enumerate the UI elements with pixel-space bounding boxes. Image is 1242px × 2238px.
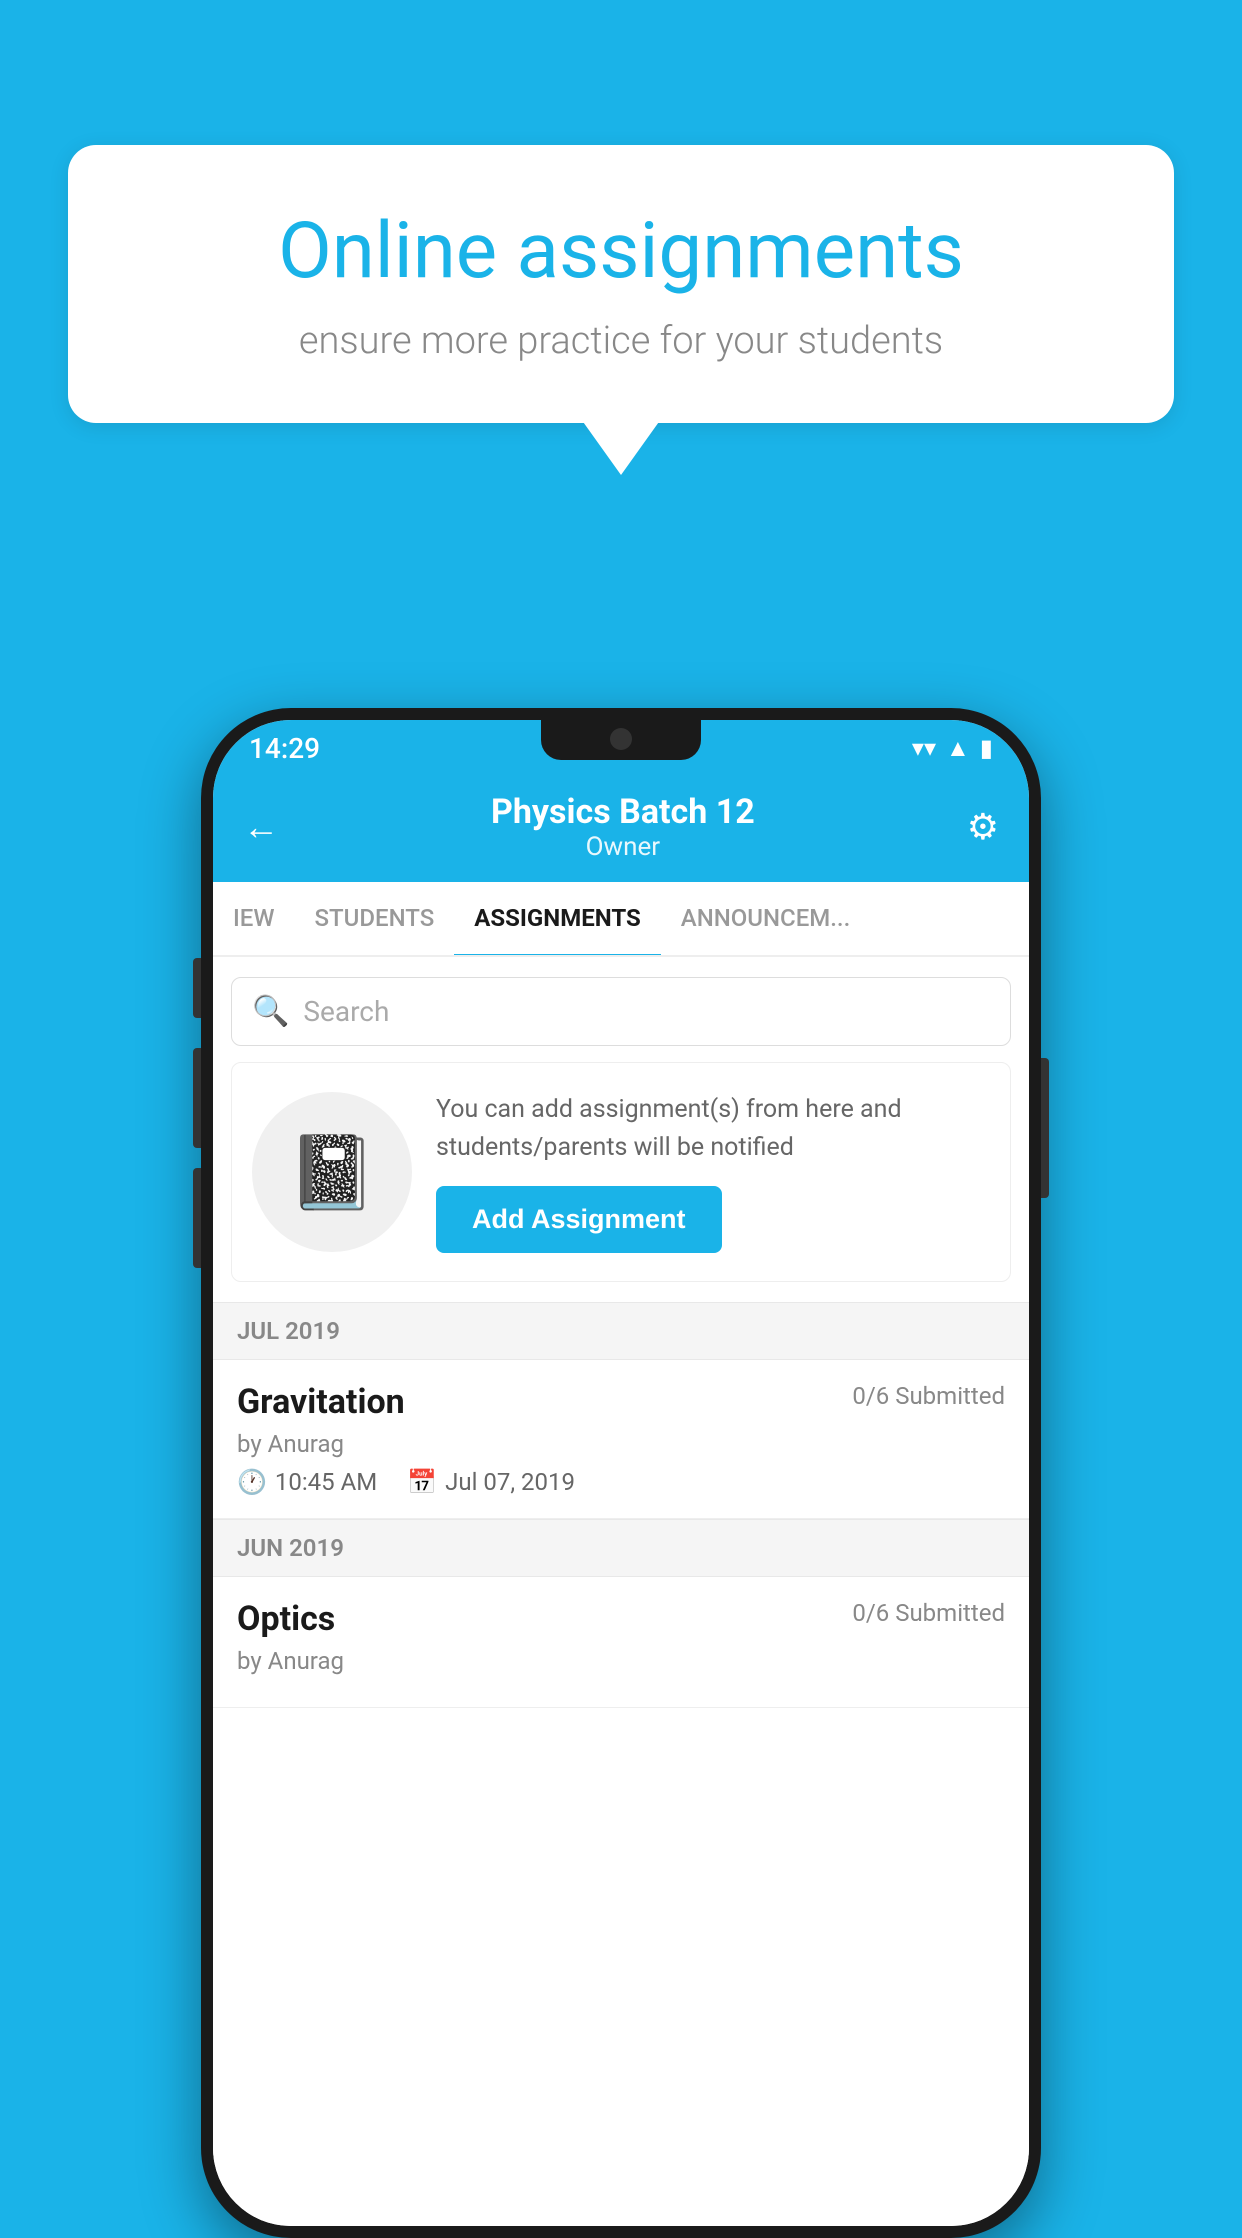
status-time: 14:29 <box>249 732 320 765</box>
tab-students[interactable]: STUDENTS <box>294 882 454 957</box>
wifi-icon: ▾▾ <box>912 734 936 762</box>
empty-state-card: 📓 You can add assignment(s) from here an… <box>231 1062 1011 1282</box>
assignment-header-row: Gravitation 0/6 Submitted <box>237 1382 1005 1422</box>
speech-bubble: Online assignments ensure more practice … <box>68 145 1174 423</box>
header-subtitle: Owner <box>491 832 755 862</box>
phone-screen: 14:29 ▾▾ ▲ ▮ ← Physics Batch 12 Owner ⚙ … <box>213 720 1029 2226</box>
meta-time-gravitation: 🕐 10:45 AM <box>237 1468 377 1496</box>
add-assignment-button[interactable]: Add Assignment <box>436 1186 722 1253</box>
bubble-title: Online assignments <box>138 205 1104 299</box>
screen-content: 🔍 Search 📓 You can add assignment(s) fro… <box>213 957 1029 2226</box>
assignment-submitted-gravitation: 0/6 Submitted <box>852 1382 1005 1410</box>
speech-bubble-container: Online assignments ensure more practice … <box>68 145 1174 423</box>
header-title-group: Physics Batch 12 Owner <box>491 792 755 862</box>
calendar-icon: 📅 <box>407 1468 437 1496</box>
assignment-meta-gravitation: 🕐 10:45 AM 📅 Jul 07, 2019 <box>237 1468 1005 1496</box>
section-header-jun: JUN 2019 <box>213 1519 1029 1577</box>
bubble-subtitle: ensure more practice for your students <box>138 319 1104 363</box>
assignment-name-optics: Optics <box>237 1599 335 1639</box>
tab-assignments[interactable]: ASSIGNMENTS <box>454 882 661 957</box>
meta-date-gravitation: 📅 Jul 07, 2019 <box>407 1468 575 1496</box>
phone-frame: 14:29 ▾▾ ▲ ▮ ← Physics Batch 12 Owner ⚙ … <box>201 708 1041 2238</box>
assignment-by-optics: by Anurag <box>237 1647 1005 1675</box>
empty-state-icon: 📓 <box>252 1092 412 1252</box>
status-icons: ▾▾ ▲ ▮ <box>912 734 993 763</box>
phone-side-btn-power <box>1041 1058 1049 1198</box>
search-icon: 🔍 <box>252 994 289 1029</box>
empty-state-text: You can add assignment(s) from here and … <box>436 1091 990 1253</box>
battery-icon: ▮ <box>980 734 993 762</box>
section-header-jul: JUL 2019 <box>213 1302 1029 1360</box>
empty-state-description: You can add assignment(s) from here and … <box>436 1091 990 1166</box>
assignment-item-gravitation[interactable]: Gravitation 0/6 Submitted by Anurag 🕐 10… <box>213 1360 1029 1519</box>
assignment-submitted-optics: 0/6 Submitted <box>852 1599 1005 1627</box>
signal-icon: ▲ <box>946 734 970 763</box>
assignment-header-row-optics: Optics 0/6 Submitted <box>237 1599 1005 1639</box>
phone-side-btn-volume-up <box>193 958 201 1018</box>
app-header: ← Physics Batch 12 Owner ⚙ <box>213 776 1029 882</box>
clock-icon: 🕐 <box>237 1468 267 1496</box>
notebook-icon: 📓 <box>287 1130 377 1215</box>
assignment-item-optics[interactable]: Optics 0/6 Submitted by Anurag <box>213 1577 1029 1708</box>
search-placeholder: Search <box>303 995 389 1028</box>
phone-side-btn-volume-down <box>193 1048 201 1148</box>
back-button[interactable]: ← <box>243 806 279 848</box>
search-bar[interactable]: 🔍 Search <box>231 977 1011 1046</box>
header-title: Physics Batch 12 <box>491 792 755 832</box>
tab-bar: IEW STUDENTS ASSIGNMENTS ANNOUNCEM... <box>213 882 1029 957</box>
assignment-name-gravitation: Gravitation <box>237 1382 405 1422</box>
phone-camera <box>610 728 632 750</box>
phone-side-btn-silent <box>193 1168 201 1268</box>
tab-announcements[interactable]: ANNOUNCEM... <box>661 882 870 957</box>
settings-icon[interactable]: ⚙ <box>967 806 999 848</box>
tab-iew[interactable]: IEW <box>213 882 294 957</box>
assignment-by-gravitation: by Anurag <box>237 1430 1005 1458</box>
